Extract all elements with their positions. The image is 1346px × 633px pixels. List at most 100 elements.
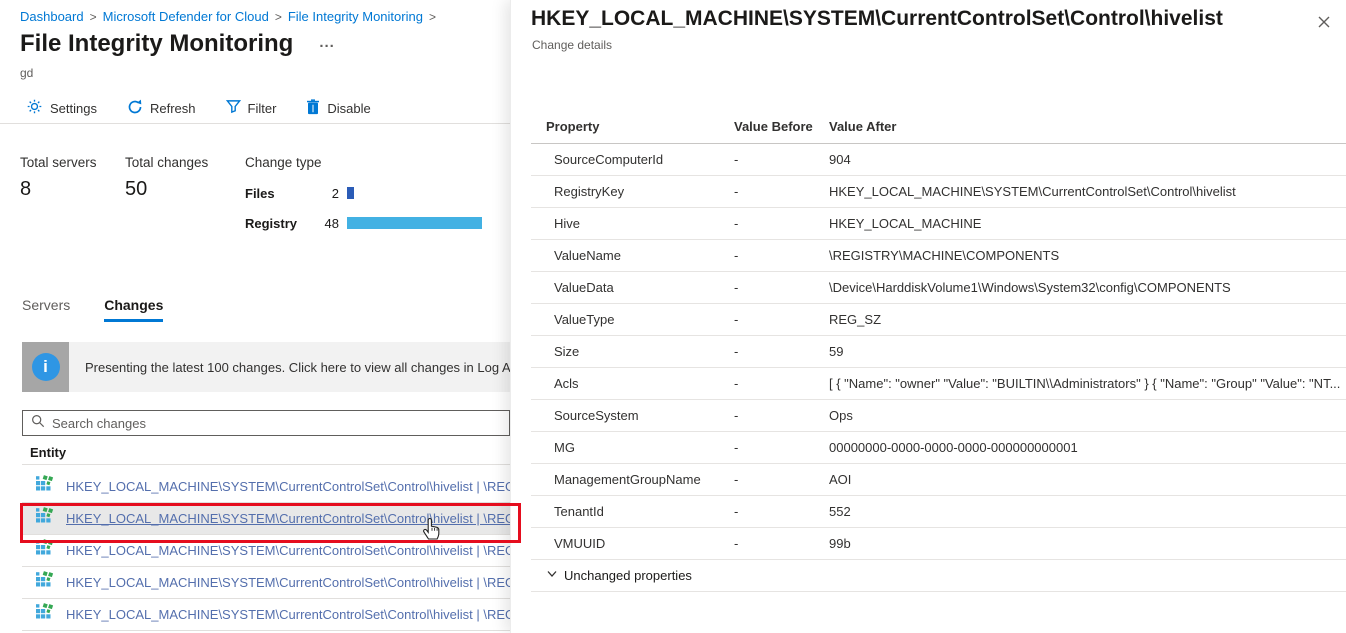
property-row: Size - 59	[531, 336, 1346, 368]
property-name: Hive	[554, 216, 581, 231]
refresh-icon	[127, 99, 143, 118]
change-tracking-icon	[36, 475, 54, 498]
search-icon	[31, 414, 45, 433]
breadcrumb: Dashboard > Microsoft Defender for Cloud > F…	[20, 9, 442, 24]
property-name: ValueType	[554, 312, 615, 327]
value-before: -	[734, 504, 739, 519]
value-after: AOI	[829, 472, 852, 487]
bar-value: 2	[331, 185, 339, 201]
property-row: VMUUID - 99b	[531, 528, 1346, 560]
info-banner: i Presenting the latest 100 changes. Cli…	[22, 342, 510, 392]
value-before: -	[734, 536, 739, 551]
table-row[interactable]: HKEY_LOCAL_MACHINE\SYSTEM\CurrentControl…	[22, 471, 510, 503]
property-row: Hive - HKEY_LOCAL_MACHINE	[531, 208, 1346, 240]
change-type-chart: Change type Files 2 Registry 48	[245, 155, 505, 231]
settings-button[interactable]: Settings	[26, 98, 97, 118]
search-changes-input[interactable]	[52, 415, 501, 431]
entity-link[interactable]: HKEY_LOCAL_MACHINE\SYSTEM\CurrentControl…	[66, 479, 510, 494]
property-row: MG - 00000000-0000-0000-0000-000000000001	[531, 432, 1346, 464]
value-before: -	[734, 472, 739, 487]
bar	[347, 187, 354, 199]
value-before: -	[734, 216, 739, 231]
change-type-bar-row: Registry 48	[245, 216, 505, 231]
panel-subtitle: Change details	[532, 38, 613, 52]
breadcrumb-separator: >	[428, 10, 436, 24]
properties-table-header: Property Value Before Value After	[531, 110, 1346, 144]
property-name: Size	[554, 344, 580, 359]
table-row[interactable]: HKEY_LOCAL_MACHINE\SYSTEM\CurrentControl…	[22, 567, 510, 599]
entity-link[interactable]: HKEY_LOCAL_MACHINE\SYSTEM\CurrentControl…	[66, 607, 510, 622]
value-after: [ { "Name": "owner" "Value": "BUILTIN\\A…	[829, 376, 1341, 391]
breadcrumb-file-integrity-monitoring[interactable]: File Integrity Monitoring	[288, 9, 423, 24]
change-tracking-icon	[36, 507, 54, 530]
chevron-down-icon	[546, 568, 558, 583]
property-name: RegistryKey	[554, 184, 625, 199]
value-after: Ops	[829, 408, 853, 423]
value-after: 552	[829, 504, 851, 519]
info-icon-box: i	[22, 342, 69, 392]
toolbar-divider	[0, 123, 510, 124]
panel-title: HKEY_LOCAL_MACHINE\SYSTEM\CurrentControl…	[531, 7, 1223, 30]
property-name: MG	[554, 440, 575, 455]
main-content: Dashboard > Microsoft Defender for Cloud > F…	[0, 0, 510, 633]
table-row[interactable]: HKEY_LOCAL_MACHINE\SYSTEM\CurrentControl…	[22, 535, 510, 567]
title-overflow-menu[interactable]: ...	[319, 34, 335, 51]
entity-list: HKEY_LOCAL_MACHINE\SYSTEM\CurrentControl…	[22, 471, 510, 631]
bar	[347, 217, 482, 229]
disable-button[interactable]: Disable	[306, 98, 371, 118]
value-after: 59	[829, 344, 844, 359]
change-type-bar-row: Files 2	[245, 185, 505, 201]
property-row: Acls - [ { "Name": "owner" "Value": "BUILT…	[531, 368, 1346, 400]
property-name: ManagementGroupName	[554, 472, 701, 487]
property-name: SourceComputerId	[554, 152, 664, 167]
property-row: ManagementGroupName - AOI	[531, 464, 1346, 496]
filter-button[interactable]: Filter	[225, 99, 276, 117]
search-changes-box	[22, 410, 510, 436]
property-row: ValueName - \REGISTRY\MACHINE\COMPONENTS	[531, 240, 1346, 272]
bar-label: Files	[245, 185, 275, 201]
entity-link[interactable]: HKEY_LOCAL_MACHINE\SYSTEM\CurrentControl…	[66, 511, 510, 526]
disable-icon	[306, 98, 320, 118]
value-before: -	[734, 248, 739, 263]
breadcrumb-dashboard[interactable]: Dashboard	[20, 9, 84, 24]
change-type-bars: Files 2 Registry 48	[245, 185, 505, 231]
entity-link[interactable]: HKEY_LOCAL_MACHINE\SYSTEM\CurrentControl…	[66, 543, 510, 558]
breadcrumb-separator: >	[274, 10, 282, 24]
change-tracking-icon	[36, 571, 54, 594]
value-before: -	[734, 152, 739, 167]
unchanged-properties-expander[interactable]: Unchanged properties	[531, 560, 1346, 592]
property-row: RegistryKey - HKEY_LOCAL_MACHINE\SYSTEM\Cu…	[531, 176, 1346, 208]
value-after: HKEY_LOCAL_MACHINE\SYSTEM\CurrentControl…	[829, 184, 1236, 199]
value-before: -	[734, 344, 739, 359]
property-name: TenantId	[554, 504, 604, 519]
breadcrumb-defender-for-cloud[interactable]: Microsoft Defender for Cloud	[103, 9, 269, 24]
total-changes-value: 50	[125, 178, 148, 200]
value-before: -	[734, 312, 739, 327]
change-details-panel: HKEY_LOCAL_MACHINE\SYSTEM\CurrentControl…	[510, 0, 1346, 633]
value-before: -	[734, 184, 739, 199]
table-row[interactable]: HKEY_LOCAL_MACHINE\SYSTEM\CurrentControl…	[22, 599, 510, 631]
info-icon: i	[31, 353, 60, 381]
value-before: -	[734, 376, 739, 391]
entity-link[interactable]: HKEY_LOCAL_MACHINE\SYSTEM\CurrentControl…	[66, 575, 510, 590]
filter-icon	[225, 99, 241, 117]
property-row: ValueData - \Device\HarddiskVolume1\Window…	[531, 272, 1346, 304]
refresh-button[interactable]: Refresh	[127, 99, 196, 118]
tab-changes[interactable]: Changes	[104, 297, 164, 322]
page-title: File Integrity Monitoring...	[20, 30, 335, 57]
property-name: VMUUID	[554, 536, 606, 551]
property-name: Acls	[554, 376, 579, 391]
gear-icon	[26, 98, 43, 118]
property-row: TenantId - 552	[531, 496, 1346, 528]
value-after: 00000000-0000-0000-0000-000000000001	[829, 440, 1078, 455]
properties-table: Property Value Before Value After Source…	[531, 110, 1346, 592]
entity-column-header: Entity	[30, 445, 67, 460]
close-icon[interactable]	[1315, 13, 1333, 36]
property-name: SourceSystem	[554, 408, 639, 423]
table-row[interactable]: HKEY_LOCAL_MACHINE\SYSTEM\CurrentControl…	[22, 503, 510, 535]
value-before: -	[734, 408, 739, 423]
property-name: ValueData	[554, 280, 614, 295]
info-banner-text[interactable]: Presenting the latest 100 changes. Click…	[69, 360, 510, 375]
total-servers-stat: Total servers 8	[20, 155, 97, 200]
tab-servers[interactable]: Servers	[22, 297, 70, 322]
